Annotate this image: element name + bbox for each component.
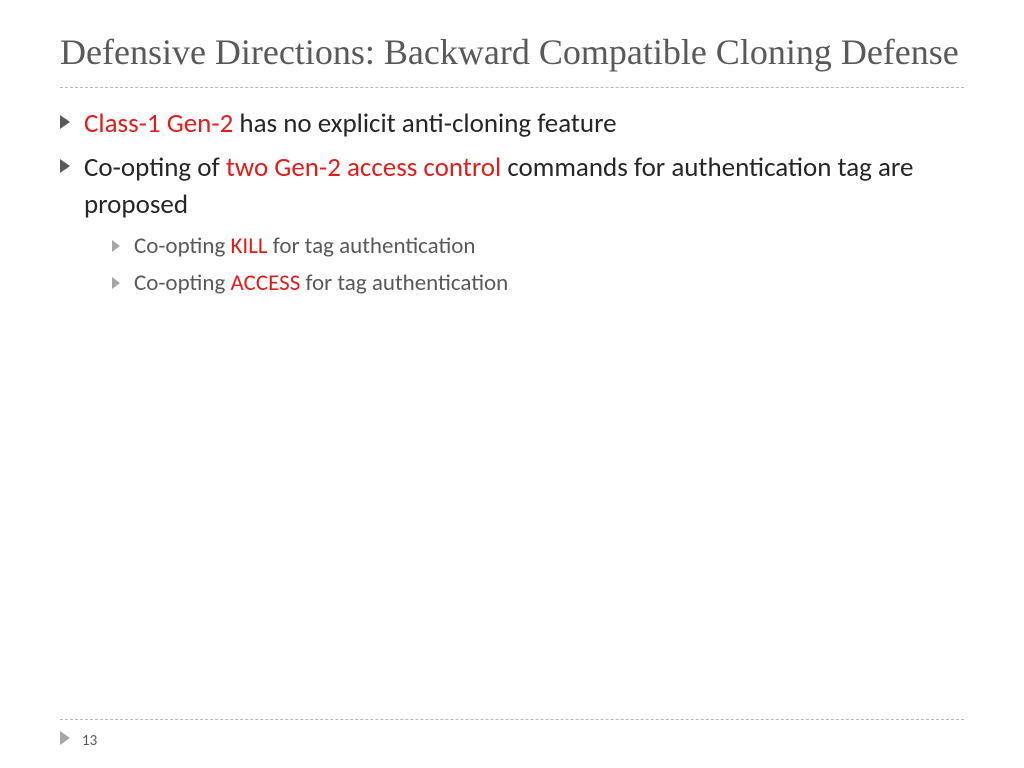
bullet-item: Co-opting of two Gen-2 access control co… <box>60 150 964 223</box>
page-number: 13 <box>82 732 97 750</box>
sub-bullet-item: Co-opting ACCESS for tag authentication <box>60 268 964 299</box>
bullet-text: Co-opting of two Gen-2 access control co… <box>84 150 964 223</box>
triangle-right-icon <box>60 159 72 178</box>
slide-body: Class-1 Gen-2 has no explicit anti-cloni… <box>60 106 964 299</box>
sub-bullet-item: Co-opting KILL for tag authentication <box>60 231 964 262</box>
sub-bullet-text: Co-opting ACCESS for tag authentication <box>134 268 508 299</box>
triangle-right-icon <box>112 275 122 294</box>
bullet-item: Class-1 Gen-2 has no explicit anti-cloni… <box>60 106 964 142</box>
sub-bullet-text: Co-opting KILL for tag authentication <box>134 231 476 262</box>
slide-title: Defensive Directions: Backward Compatibl… <box>60 30 964 75</box>
slide: Defensive Directions: Backward Compatibl… <box>0 0 1024 768</box>
title-divider <box>60 87 964 88</box>
triangle-right-icon <box>60 115 72 134</box>
slide-footer: 13 <box>60 731 97 750</box>
bullet-text: Class-1 Gen-2 has no explicit anti-cloni… <box>84 106 617 142</box>
triangle-right-icon <box>60 731 72 750</box>
footer-divider <box>60 719 964 720</box>
triangle-right-icon <box>112 238 122 257</box>
